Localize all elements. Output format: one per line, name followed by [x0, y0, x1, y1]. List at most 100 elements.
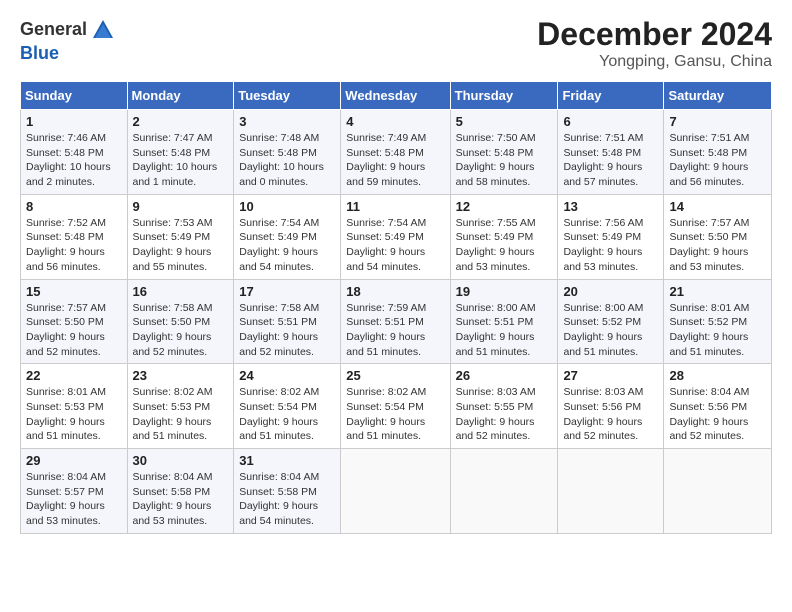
day-info: Sunrise: 8:03 AMSunset: 5:56 PMDaylight:…: [563, 385, 658, 444]
day-number: 15: [26, 284, 122, 299]
calendar-cell: 23 Sunrise: 8:02 AMSunset: 5:53 PMDayligh…: [127, 364, 234, 449]
calendar-week-row: 8 Sunrise: 7:52 AMSunset: 5:48 PMDaylight…: [21, 194, 772, 279]
weekday-header: Thursday: [450, 82, 558, 110]
calendar-cell: 4 Sunrise: 7:49 AMSunset: 5:48 PMDaylight…: [341, 110, 450, 195]
day-info: Sunrise: 7:57 AMSunset: 5:50 PMDaylight:…: [26, 301, 122, 360]
day-number: 19: [456, 284, 553, 299]
calendar-cell: 21 Sunrise: 8:01 AMSunset: 5:52 PMDayligh…: [664, 279, 772, 364]
day-info: Sunrise: 8:04 AMSunset: 5:58 PMDaylight:…: [133, 470, 229, 529]
calendar-cell: [341, 449, 450, 534]
calendar-cell: 18 Sunrise: 7:59 AMSunset: 5:51 PMDayligh…: [341, 279, 450, 364]
day-number: 5: [456, 114, 553, 129]
day-number: 13: [563, 199, 658, 214]
day-info: Sunrise: 8:04 AMSunset: 5:57 PMDaylight:…: [26, 470, 122, 529]
day-info: Sunrise: 8:00 AMSunset: 5:52 PMDaylight:…: [563, 301, 658, 360]
day-number: 17: [239, 284, 335, 299]
calendar-cell: 16Sunrise: 7:58 AMSunset: 5:50 PMDayligh…: [127, 279, 234, 364]
day-number: 18: [346, 284, 444, 299]
calendar-cell: 27 Sunrise: 8:03 AMSunset: 5:56 PMDayligh…: [558, 364, 664, 449]
weekday-header: Tuesday: [234, 82, 341, 110]
calendar-cell: 26Sunrise: 8:03 AMSunset: 5:55 PMDayligh…: [450, 364, 558, 449]
weekday-header: Monday: [127, 82, 234, 110]
day-info: Sunrise: 8:02 AMSunset: 5:53 PMDaylight:…: [133, 385, 229, 444]
calendar-cell: 12 Sunrise: 7:55 AMSunset: 5:49 PMDayligh…: [450, 194, 558, 279]
day-info: Sunrise: 8:03 AMSunset: 5:55 PMDaylight:…: [456, 385, 553, 444]
day-number: 2: [133, 114, 229, 129]
weekday-header: Wednesday: [341, 82, 450, 110]
calendar-cell: 19 Sunrise: 8:00 AMSunset: 5:51 PMDayligh…: [450, 279, 558, 364]
day-info: Sunrise: 7:55 AMSunset: 5:49 PMDaylight:…: [456, 216, 553, 275]
day-info: Sunrise: 7:51 AMSunset: 5:48 PMDaylight:…: [669, 131, 766, 190]
day-number: 6: [563, 114, 658, 129]
day-number: 25: [346, 368, 444, 383]
day-info: Sunrise: 7:51 AMSunset: 5:48 PMDaylight:…: [563, 131, 658, 190]
calendar-cell: 14Sunrise: 7:57 AMSunset: 5:50 PMDayligh…: [664, 194, 772, 279]
day-info: Sunrise: 7:58 AMSunset: 5:50 PMDaylight:…: [133, 301, 229, 360]
calendar-cell: 15 Sunrise: 7:57 AMSunset: 5:50 PMDayligh…: [21, 279, 128, 364]
day-info: Sunrise: 7:47 AMSunset: 5:48 PMDaylight:…: [133, 131, 229, 190]
day-number: 23: [133, 368, 229, 383]
calendar-cell: 20Sunrise: 8:00 AMSunset: 5:52 PMDayligh…: [558, 279, 664, 364]
weekday-header: Sunday: [21, 82, 128, 110]
logo-blue: Blue: [20, 43, 59, 63]
calendar-cell: 10Sunrise: 7:54 AMSunset: 5:49 PMDayligh…: [234, 194, 341, 279]
calendar-cell: 5 Sunrise: 7:50 AMSunset: 5:48 PMDaylight…: [450, 110, 558, 195]
calendar-cell: 31 Sunrise: 8:04 AMSunset: 5:58 PMDayligh…: [234, 449, 341, 534]
day-info: Sunrise: 7:54 AMSunset: 5:49 PMDaylight:…: [239, 216, 335, 275]
day-number: 14: [669, 199, 766, 214]
day-number: 11: [346, 199, 444, 214]
calendar-body: 1Sunrise: 7:46 AMSunset: 5:48 PMDaylight…: [21, 110, 772, 534]
day-number: 8: [26, 199, 122, 214]
calendar-cell: 8 Sunrise: 7:52 AMSunset: 5:48 PMDaylight…: [21, 194, 128, 279]
calendar-cell: 30Sunrise: 8:04 AMSunset: 5:58 PMDayligh…: [127, 449, 234, 534]
day-number: 24: [239, 368, 335, 383]
day-info: Sunrise: 7:52 AMSunset: 5:48 PMDaylight:…: [26, 216, 122, 275]
calendar-cell: 11 Sunrise: 7:54 AMSunset: 5:49 PMDayligh…: [341, 194, 450, 279]
day-info: Sunrise: 7:56 AMSunset: 5:49 PMDaylight:…: [563, 216, 658, 275]
calendar-cell: 6 Sunrise: 7:51 AMSunset: 5:48 PMDaylight…: [558, 110, 664, 195]
calendar-week-row: 15 Sunrise: 7:57 AMSunset: 5:50 PMDayligh…: [21, 279, 772, 364]
month-title: December 2024: [537, 16, 772, 53]
calendar-cell: 22Sunrise: 8:01 AMSunset: 5:53 PMDayligh…: [21, 364, 128, 449]
day-number: 31: [239, 453, 335, 468]
day-info: Sunrise: 7:46 AMSunset: 5:48 PMDaylight:…: [26, 131, 122, 190]
location: Yongping, Gansu, China: [537, 53, 772, 71]
calendar-cell: 29Sunrise: 8:04 AMSunset: 5:57 PMDayligh…: [21, 449, 128, 534]
day-number: 12: [456, 199, 553, 214]
calendar-cell: [450, 449, 558, 534]
header: General Blue December 2024 Yongping, Gan…: [20, 16, 772, 71]
calendar-cell: 24Sunrise: 8:02 AMSunset: 5:54 PMDayligh…: [234, 364, 341, 449]
day-info: Sunrise: 7:59 AMSunset: 5:51 PMDaylight:…: [346, 301, 444, 360]
title-block: December 2024 Yongping, Gansu, China: [537, 16, 772, 71]
day-info: Sunrise: 7:50 AMSunset: 5:48 PMDaylight:…: [456, 131, 553, 190]
day-info: Sunrise: 7:48 AMSunset: 5:48 PMDaylight:…: [239, 131, 335, 190]
day-info: Sunrise: 8:00 AMSunset: 5:51 PMDaylight:…: [456, 301, 553, 360]
calendar-cell: 3 Sunrise: 7:48 AMSunset: 5:48 PMDaylight…: [234, 110, 341, 195]
page: General Blue December 2024 Yongping, Gan…: [0, 0, 792, 612]
day-info: Sunrise: 7:54 AMSunset: 5:49 PMDaylight:…: [346, 216, 444, 275]
day-info: Sunrise: 8:01 AMSunset: 5:52 PMDaylight:…: [669, 301, 766, 360]
calendar-week-row: 29Sunrise: 8:04 AMSunset: 5:57 PMDayligh…: [21, 449, 772, 534]
day-number: 3: [239, 114, 335, 129]
day-info: Sunrise: 7:49 AMSunset: 5:48 PMDaylight:…: [346, 131, 444, 190]
day-number: 7: [669, 114, 766, 129]
calendar-week-row: 22Sunrise: 8:01 AMSunset: 5:53 PMDayligh…: [21, 364, 772, 449]
calendar-cell: 25 Sunrise: 8:02 AMSunset: 5:54 PMDayligh…: [341, 364, 450, 449]
calendar-cell: 7 Sunrise: 7:51 AMSunset: 5:48 PMDaylight…: [664, 110, 772, 195]
logo-general: General: [20, 20, 87, 40]
calendar-cell: 9Sunrise: 7:53 AMSunset: 5:49 PMDaylight…: [127, 194, 234, 279]
day-number: 4: [346, 114, 444, 129]
day-info: Sunrise: 8:02 AMSunset: 5:54 PMDaylight:…: [346, 385, 444, 444]
day-number: 27: [563, 368, 658, 383]
weekday-header: Friday: [558, 82, 664, 110]
day-info: Sunrise: 7:58 AMSunset: 5:51 PMDaylight:…: [239, 301, 335, 360]
calendar-cell: 2 Sunrise: 7:47 AMSunset: 5:48 PMDaylight…: [127, 110, 234, 195]
day-info: Sunrise: 8:04 AMSunset: 5:58 PMDaylight:…: [239, 470, 335, 529]
header-row: SundayMondayTuesdayWednesdayThursdayFrid…: [21, 82, 772, 110]
logo-icon: [89, 16, 117, 44]
calendar-cell: 13 Sunrise: 7:56 AMSunset: 5:49 PMDayligh…: [558, 194, 664, 279]
day-number: 21: [669, 284, 766, 299]
logo: General Blue: [20, 16, 117, 64]
calendar-cell: [664, 449, 772, 534]
calendar-cell: 28Sunrise: 8:04 AMSunset: 5:56 PMDayligh…: [664, 364, 772, 449]
